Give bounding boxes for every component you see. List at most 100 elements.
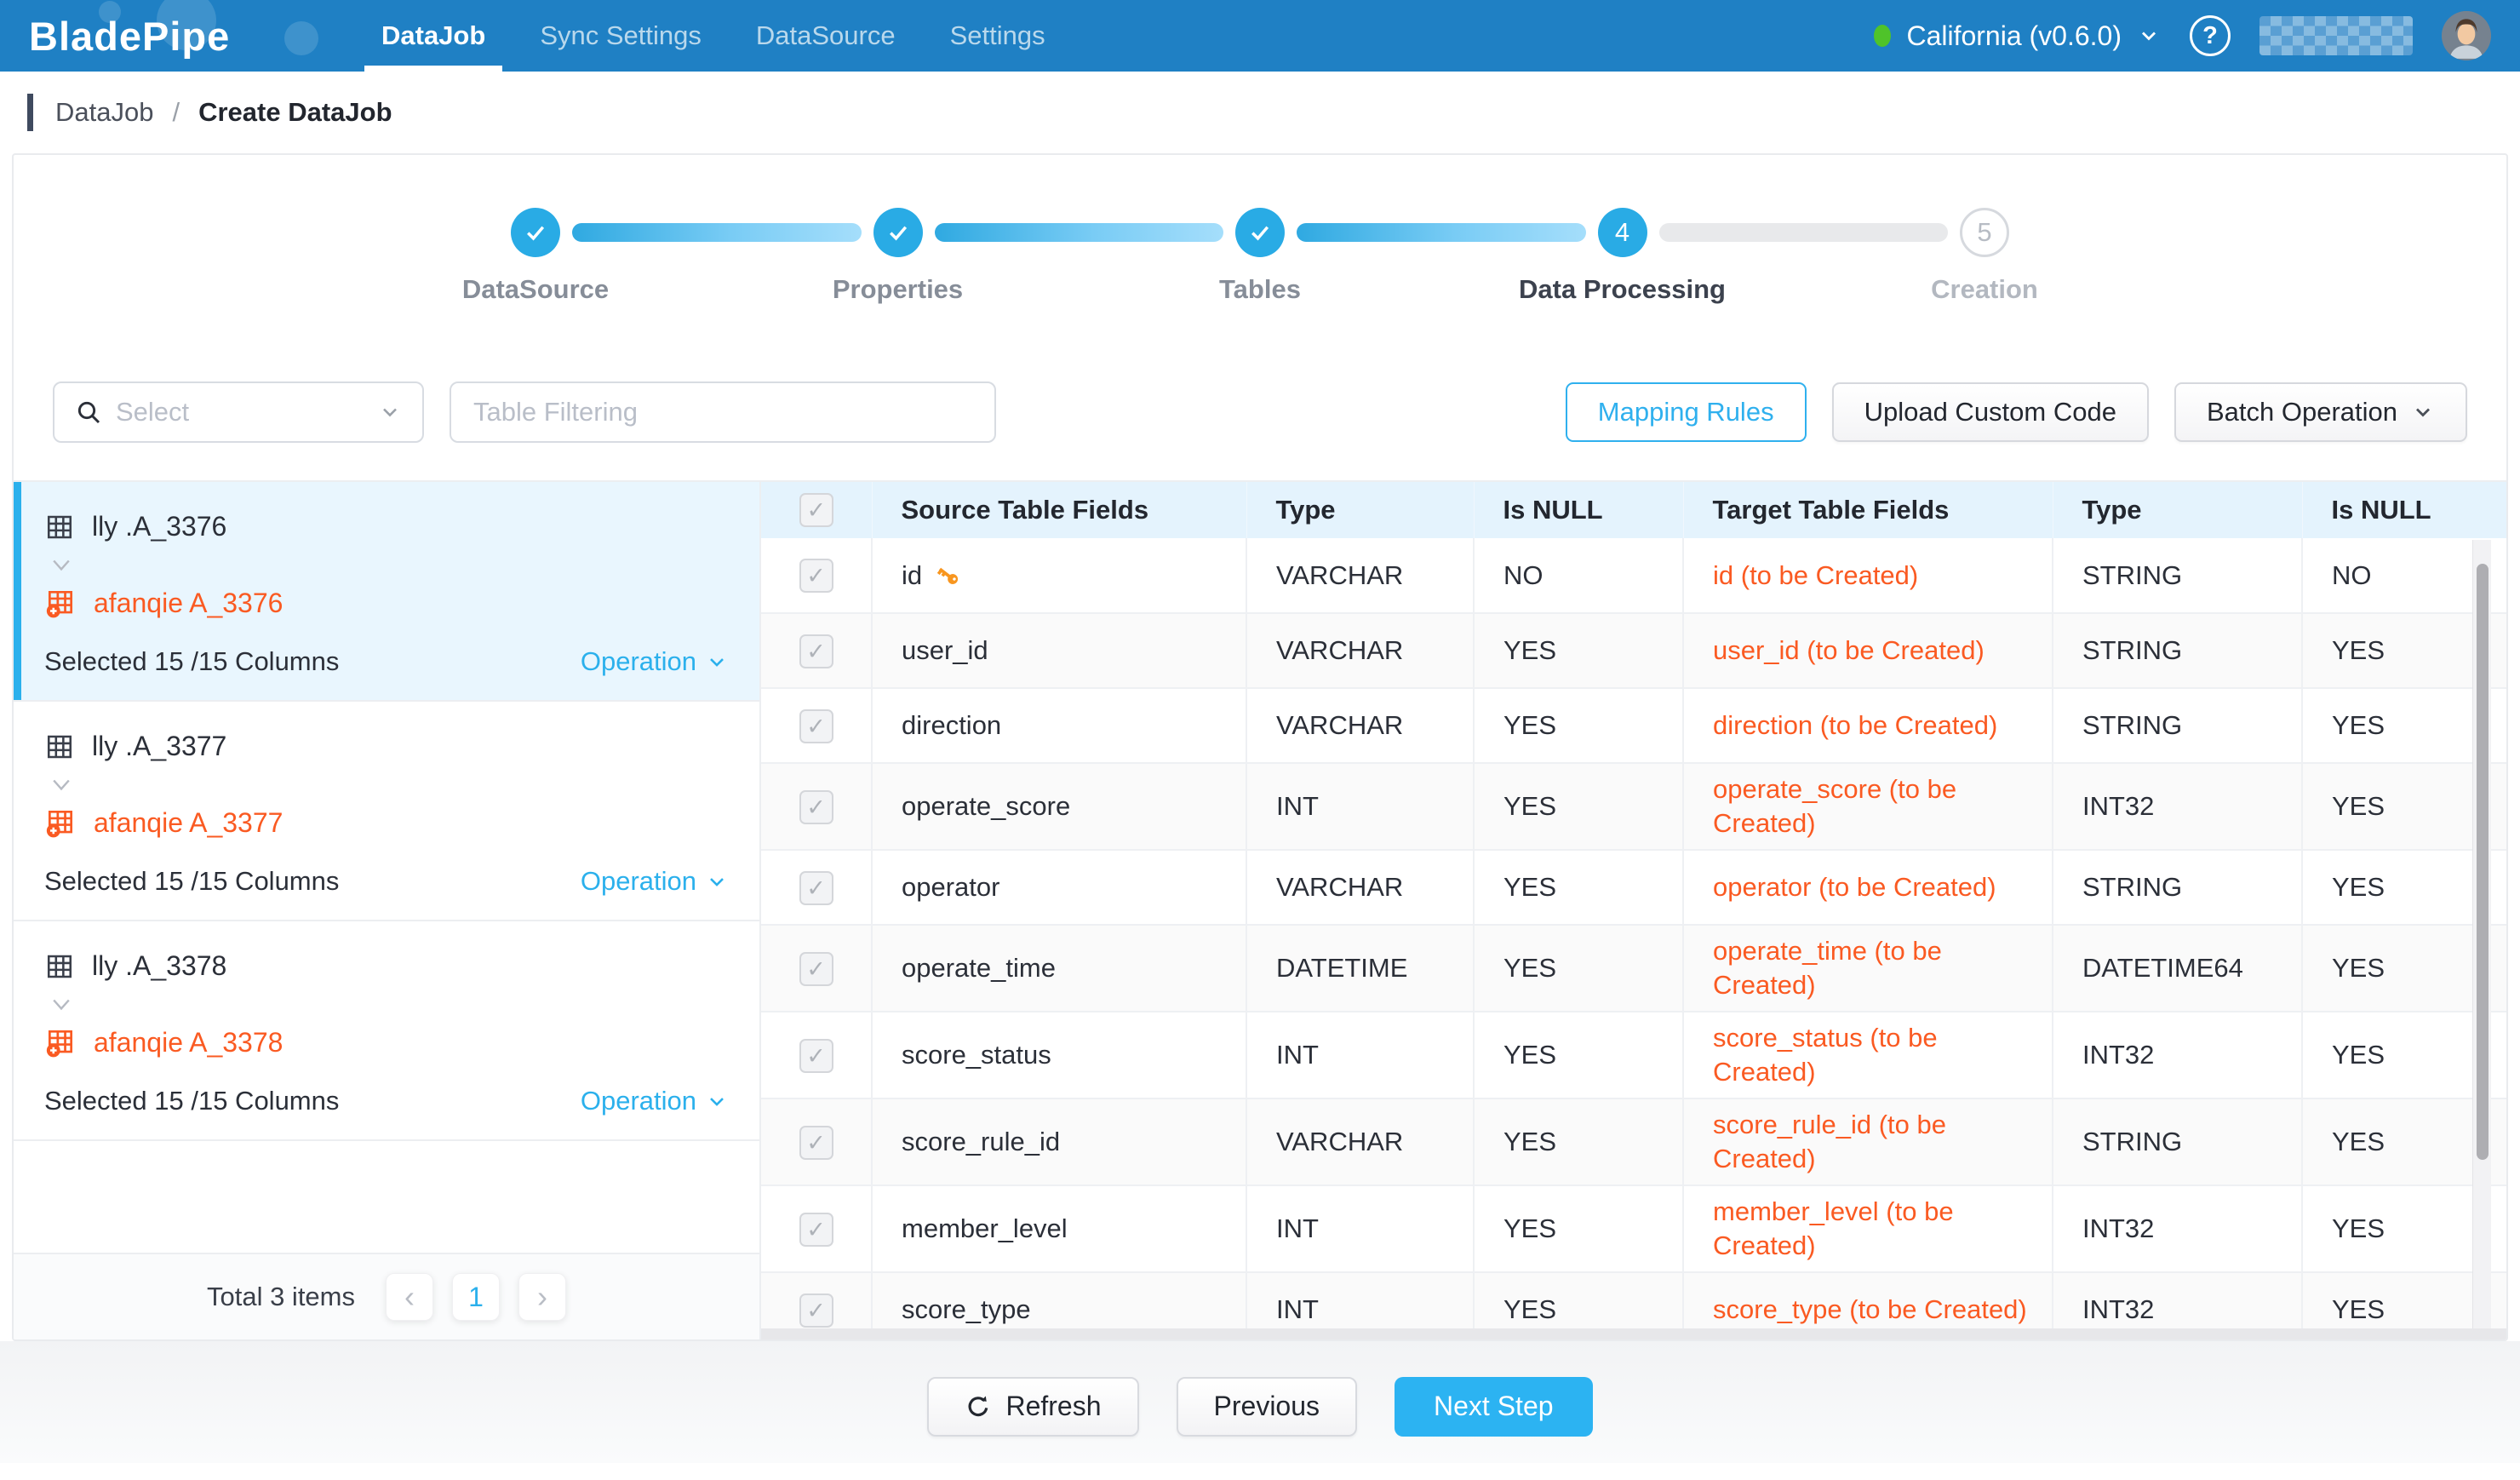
environment-label: California (v0.6.0): [1906, 20, 2122, 52]
next-step-button[interactable]: Next Step: [1395, 1377, 1593, 1437]
status-dot-icon: [1874, 25, 1891, 47]
step-label: Creation: [1931, 274, 2038, 305]
source-field-type: VARCHAR: [1246, 613, 1474, 688]
breadcrumb-parent[interactable]: DataJob: [55, 97, 153, 128]
chevron-down-icon: [705, 650, 729, 674]
col-source-isnull: Is NULL: [1474, 482, 1683, 538]
row-checkbox[interactable]: ✓: [799, 790, 833, 824]
vertical-scrollbar-thumb[interactable]: [2477, 564, 2488, 1160]
mapping-rules-button[interactable]: Mapping Rules: [1566, 382, 1807, 442]
row-checkbox[interactable]: ✓: [799, 871, 833, 905]
brand-logo: BladePipe: [29, 13, 310, 60]
table-row: ✓ id VARCHAR NO id (to be Created) STRIN…: [761, 538, 2506, 613]
chevron-down-icon: [705, 869, 729, 893]
chevron-down-icon: [2137, 24, 2161, 48]
operation-label: Operation: [581, 866, 696, 897]
table-mapping-item[interactable]: lly .A_3377 afanqie A_3377 Selected 15 /…: [14, 702, 759, 921]
source-field-nullable: YES: [1474, 1099, 1683, 1185]
target-field-type: INT32: [2053, 763, 2302, 850]
row-checkbox[interactable]: ✓: [799, 634, 833, 668]
vertical-scrollbar[interactable]: [2472, 540, 2491, 1328]
chevron-down-icon[interactable]: [49, 995, 73, 1014]
wizard-stepper: DataSource Properties Tables: [511, 208, 2009, 257]
source-field-name: member_level: [902, 1212, 1068, 1246]
operation-dropdown[interactable]: Operation: [581, 646, 729, 677]
row-checkbox[interactable]: ✓: [799, 1039, 833, 1073]
source-field-name: score_status: [902, 1038, 1051, 1072]
avatar[interactable]: [2442, 11, 2491, 60]
table-create-icon: [44, 806, 77, 839]
col-target-type: Type: [2053, 482, 2302, 538]
step-connector: [1297, 223, 1586, 242]
row-checkbox[interactable]: ✓: [799, 559, 833, 593]
source-field-type: VARCHAR: [1246, 1099, 1474, 1185]
source-field-nullable: YES: [1474, 925, 1683, 1012]
help-icon[interactable]: ?: [2190, 15, 2231, 56]
source-field-nullable: YES: [1474, 1012, 1683, 1099]
source-field-type: INT: [1246, 1185, 1474, 1272]
step-number: 4: [1615, 217, 1629, 248]
operation-dropdown[interactable]: Operation: [581, 866, 729, 897]
table-mapping-item[interactable]: lly .A_3376 afanqie A_3376 Selected 15 /…: [14, 482, 759, 702]
breadcrumb-accent-bar: [27, 94, 33, 131]
chevron-down-icon: [2411, 400, 2435, 424]
nav-item[interactable]: DataSource: [729, 0, 923, 72]
target-table-name: afanqie A_3376: [94, 588, 283, 619]
nav-item[interactable]: DataJob: [354, 0, 513, 72]
check-icon: [523, 220, 548, 245]
pagination-page-1[interactable]: 1: [452, 1273, 500, 1321]
row-checkbox[interactable]: ✓: [799, 709, 833, 743]
check-icon: [885, 220, 911, 245]
source-field-name: operate_score: [902, 789, 1070, 823]
operation-label: Operation: [581, 646, 696, 677]
horizontal-scrollbar[interactable]: [761, 1328, 2506, 1339]
select-all-checkbox[interactable]: ✓: [799, 493, 833, 527]
target-field-name: score_status (to be Created): [1683, 1012, 2053, 1099]
filter-select[interactable]: Select: [53, 381, 424, 443]
target-field-name: member_level (to be Created): [1683, 1185, 2053, 1272]
environment-selector[interactable]: California (v0.6.0): [1874, 20, 2161, 52]
pagination-next-button[interactable]: ›: [518, 1273, 566, 1321]
source-field-type: VARCHAR: [1246, 688, 1474, 763]
step-circle: [511, 208, 560, 257]
operation-dropdown[interactable]: Operation: [581, 1086, 729, 1116]
nav-item[interactable]: Sync Settings: [513, 0, 729, 72]
table-row: ✓ score_rule_id VARCHAR YES score_rule_i…: [761, 1099, 2506, 1185]
table-row: ✓ user_id VARCHAR YES user_id (to be Cre…: [761, 613, 2506, 688]
target-field-type: STRING: [2053, 613, 2302, 688]
table-list-footer: Total 3 items ‹ 1 ›: [14, 1253, 759, 1339]
chevron-down-icon[interactable]: [49, 556, 73, 575]
step-connector: [572, 223, 862, 242]
selected-columns-label: Selected 15 /15 Columns: [44, 1086, 339, 1116]
table-icon: [44, 731, 75, 762]
row-checkbox[interactable]: ✓: [799, 952, 833, 986]
target-field-type: STRING: [2053, 688, 2302, 763]
chevron-down-icon: [705, 1089, 729, 1113]
previous-button[interactable]: Previous: [1177, 1377, 1358, 1437]
action-bar: Refresh Previous Next Step: [0, 1341, 2520, 1463]
row-checkbox[interactable]: ✓: [799, 1126, 833, 1160]
target-field-type: INT32: [2053, 1012, 2302, 1099]
wizard-step: 5 Creation: [1647, 208, 2010, 257]
batch-operation-button[interactable]: Batch Operation: [2174, 382, 2467, 442]
wizard-step: DataSource: [511, 208, 560, 257]
pagination-prev-button[interactable]: ‹: [386, 1273, 433, 1321]
table-filter-input[interactable]: [450, 381, 996, 443]
target-field-type: STRING: [2053, 1099, 2302, 1185]
chevron-down-icon[interactable]: [49, 776, 73, 794]
col-source-fields: Source Table Fields: [872, 482, 1246, 538]
step-connector: [1659, 223, 1949, 242]
refresh-icon: [965, 1393, 992, 1420]
nav-item[interactable]: Settings: [923, 0, 1073, 72]
table-row: ✓ member_level INT YES member_level (to …: [761, 1185, 2506, 1272]
row-checkbox[interactable]: ✓: [799, 1294, 833, 1328]
source-field-name: user_id: [902, 634, 988, 668]
table-create-icon: [44, 1026, 77, 1058]
table-mapping-item[interactable]: lly .A_3378 afanqie A_3378 Selected 15 /…: [14, 921, 759, 1141]
row-checkbox[interactable]: ✓: [799, 1213, 833, 1247]
decorative-bubble: [99, 1, 121, 23]
upload-custom-code-button[interactable]: Upload Custom Code: [1832, 382, 2149, 442]
source-field-nullable: NO: [1474, 538, 1683, 613]
total-items-label: Total 3 items: [207, 1282, 355, 1312]
refresh-button[interactable]: Refresh: [927, 1377, 1138, 1437]
